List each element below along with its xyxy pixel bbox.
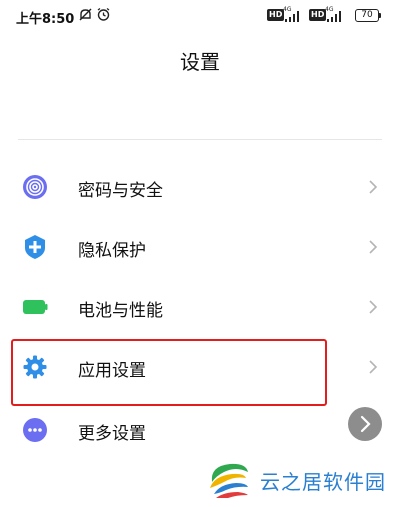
- page-title: 设置: [180, 50, 220, 74]
- signal-icon-2: [326, 8, 342, 22]
- chevron-right-icon: [368, 179, 378, 195]
- setting-item-battery-performance[interactable]: 电池与性能: [0, 278, 400, 338]
- setting-item-label: 密码与安全: [78, 181, 163, 201]
- hd-badge: HD: [267, 9, 285, 21]
- chevron-right-icon: [368, 239, 378, 255]
- setting-item-password-security[interactable]: 密码与安全: [0, 158, 400, 218]
- setting-item-label: 更多设置: [78, 424, 146, 444]
- more-dots-icon: [22, 417, 48, 443]
- signal-icon: [284, 8, 300, 22]
- settings-screen: 上午8:50 HD 4G HD 4G 70 设置 密码与安全 隐私保护 电池与性…: [0, 0, 400, 507]
- battery-icon: [22, 294, 48, 320]
- chevron-right-icon: [360, 415, 371, 433]
- watermark-text: 云之居软件园: [260, 470, 386, 494]
- setting-item-more-settings[interactable]: 更多设置: [0, 401, 400, 461]
- status-bar: 上午8:50 HD 4G HD 4G 70: [0, 0, 400, 30]
- divider: [18, 139, 382, 140]
- fingerprint-icon: [22, 174, 48, 200]
- highlight-box: [11, 339, 327, 406]
- shield-icon: [22, 234, 48, 260]
- watermark-logo-icon: [206, 458, 252, 500]
- setting-item-label: 隐私保护: [78, 241, 146, 261]
- setting-item-label: 电池与性能: [78, 301, 163, 321]
- status-time: 上午8:50: [16, 12, 75, 27]
- hd-badge-2: HD: [309, 9, 327, 21]
- alarm-icon: [96, 7, 111, 26]
- chevron-right-icon: [368, 299, 378, 315]
- mute-icon: [78, 7, 93, 26]
- setting-item-privacy[interactable]: 隐私保护: [0, 218, 400, 278]
- floating-back-button[interactable]: [348, 407, 382, 441]
- watermark: 云之居软件园: [206, 456, 396, 504]
- chevron-right-icon: [368, 359, 378, 375]
- battery-icon: 70: [355, 9, 381, 22]
